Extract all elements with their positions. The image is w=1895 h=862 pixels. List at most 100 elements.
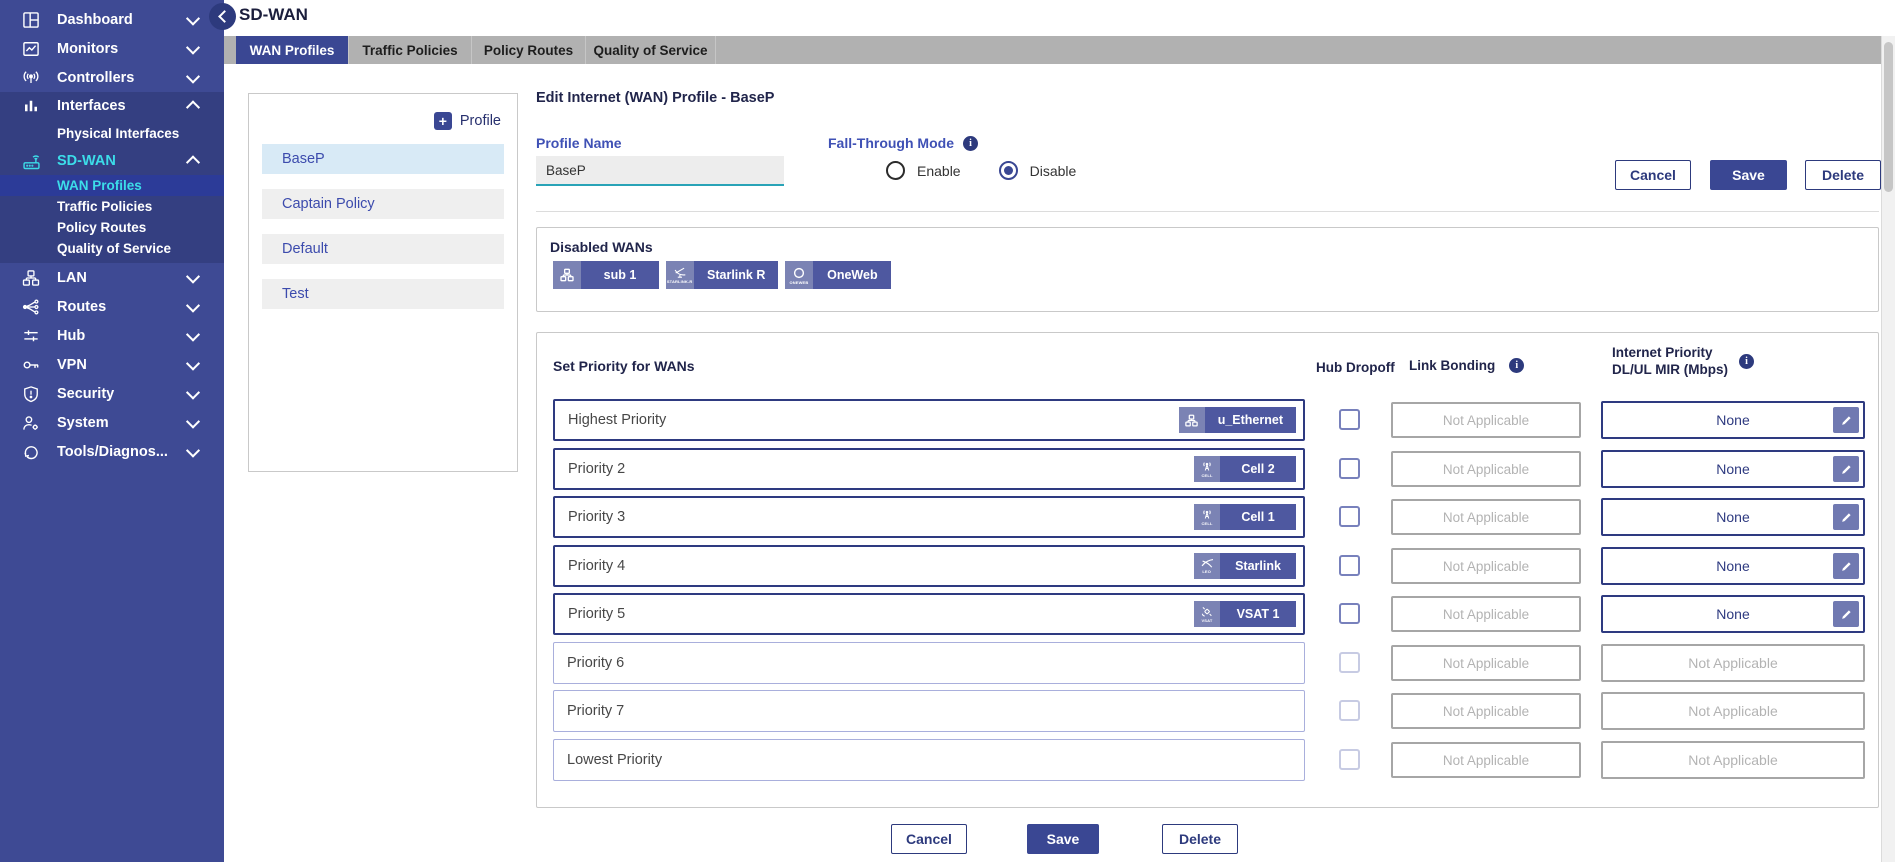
sidebar-interfaces-section: Interfaces Physical Interfaces SD-WAN WA… bbox=[0, 92, 224, 263]
sidebar-item-sd-wan[interactable]: SD-WAN bbox=[0, 147, 224, 175]
sidebar-item-label: Hub bbox=[57, 328, 85, 344]
wan-chip-label: Starlink R bbox=[694, 261, 778, 289]
sidebar-item-tools-diagnostics[interactable]: Tools/Diagnos... bbox=[0, 437, 224, 466]
tools-diagnostics-icon bbox=[20, 441, 42, 463]
sidebar-item-label: Monitors bbox=[57, 41, 118, 57]
hub-dropoff-checkbox[interactable] bbox=[1339, 555, 1360, 576]
sidebar-item-lan[interactable]: LAN bbox=[0, 263, 224, 292]
internet-priority-field: None bbox=[1601, 498, 1865, 536]
radio-enable[interactable]: Enable bbox=[886, 161, 961, 180]
sidebar-item-monitors[interactable]: Monitors bbox=[0, 34, 224, 63]
link-bonding-field: Not Applicable bbox=[1391, 742, 1581, 778]
fall-through-mode-label: Fall-Through Mode i bbox=[828, 135, 978, 151]
tab-policy-routes[interactable]: Policy Routes bbox=[471, 36, 585, 64]
save-button-top[interactable]: Save bbox=[1710, 160, 1787, 190]
edit-pencil-button[interactable] bbox=[1833, 407, 1859, 433]
sidebar-item-quality-of-service[interactable]: Quality of Service bbox=[0, 238, 224, 259]
edit-pencil-button[interactable] bbox=[1833, 504, 1859, 530]
wan-chip-starlink[interactable]: LEO Starlink bbox=[1194, 553, 1296, 579]
hub-dropoff-checkbox[interactable] bbox=[1339, 603, 1360, 624]
sd-wan-page: Dashboard Monitors Controllers Interface… bbox=[0, 0, 1895, 862]
tab-quality-of-service[interactable]: Quality of Service bbox=[585, 36, 716, 64]
hub-dropoff-checkbox[interactable] bbox=[1339, 409, 1360, 430]
tab-traffic-policies[interactable]: Traffic Policies bbox=[348, 36, 471, 64]
wan-chip-u-ethernet[interactable]: u_Ethernet bbox=[1179, 407, 1296, 433]
wan-chip-cell-1[interactable]: CELL Cell 1 bbox=[1194, 504, 1296, 530]
sidebar-item-dashboard[interactable]: Dashboard bbox=[0, 5, 224, 34]
wan-chip-starlink-r[interactable]: STARLINK-R Starlink R bbox=[666, 261, 778, 289]
edit-pencil-button[interactable] bbox=[1833, 456, 1859, 482]
sidebar-item-vpn[interactable]: VPN bbox=[0, 350, 224, 379]
radio-circle bbox=[886, 161, 905, 180]
edit-pencil-button[interactable] bbox=[1833, 553, 1859, 579]
profile-name-input[interactable] bbox=[536, 156, 784, 186]
priority-slot[interactable]: Priority 6 bbox=[553, 642, 1305, 684]
profile-item-basep[interactable]: BaseP bbox=[262, 144, 504, 174]
hub-dropoff-checkbox[interactable] bbox=[1339, 506, 1360, 527]
sidebar-item-interfaces[interactable]: Interfaces bbox=[0, 92, 224, 120]
chevron-down-icon bbox=[186, 298, 200, 312]
chevron-down-icon bbox=[186, 11, 200, 25]
radio-disable[interactable]: Disable bbox=[999, 161, 1077, 180]
sidebar-item-label: VPN bbox=[57, 357, 87, 373]
sidebar-item-routes[interactable]: Routes bbox=[0, 292, 224, 321]
sidebar-item-label: Physical Interfaces bbox=[57, 126, 179, 141]
profile-item-captain-policy[interactable]: Captain Policy bbox=[262, 189, 504, 219]
priority-slot[interactable]: Priority 5 VSAT VSAT 1 bbox=[553, 593, 1305, 635]
profile-item-default[interactable]: Default bbox=[262, 234, 504, 264]
save-button-bottom[interactable]: Save bbox=[1027, 824, 1099, 854]
info-icon[interactable]: i bbox=[963, 136, 978, 151]
link-bonding-field: Not Applicable bbox=[1391, 499, 1581, 535]
lan-nodes-icon bbox=[1179, 407, 1205, 433]
sidebar-item-label: Controllers bbox=[57, 70, 134, 86]
link-bonding-field: Not Applicable bbox=[1391, 645, 1581, 681]
sidebar-item-hub[interactable]: Hub bbox=[0, 321, 224, 350]
vertical-scrollbar[interactable] bbox=[1881, 36, 1895, 862]
chevron-left-icon bbox=[218, 10, 231, 23]
info-icon[interactable]: i bbox=[1739, 354, 1754, 369]
add-profile-button[interactable]: + Profile bbox=[434, 112, 501, 130]
sidebar-item-system[interactable]: System bbox=[0, 408, 224, 437]
wan-chip-cell-2[interactable]: CELL Cell 2 bbox=[1194, 456, 1296, 482]
sidebar-item-label: Dashboard bbox=[57, 12, 133, 28]
sidebar-collapse-button[interactable] bbox=[209, 3, 236, 30]
priority-slot[interactable]: Lowest Priority bbox=[553, 739, 1305, 781]
info-icon[interactable]: i bbox=[1509, 358, 1524, 373]
sidebar-item-traffic-policies[interactable]: Traffic Policies bbox=[0, 196, 224, 217]
sidebar-item-controllers[interactable]: Controllers bbox=[0, 63, 224, 92]
wan-chip-vsat-1[interactable]: VSAT VSAT 1 bbox=[1194, 601, 1296, 627]
chevron-up-icon bbox=[186, 100, 200, 114]
sidebar-item-security[interactable]: Security bbox=[0, 379, 224, 408]
satellite-icon: VSAT bbox=[1194, 601, 1220, 627]
wan-chip-oneweb[interactable]: ONEWEB OneWeb bbox=[785, 261, 891, 289]
priority-slot[interactable]: Priority 2 CELL Cell 2 bbox=[553, 448, 1305, 490]
internet-priority-field: Not Applicable bbox=[1601, 644, 1865, 682]
disabled-wans-title: Disabled WANs bbox=[550, 239, 653, 255]
delete-button-bottom[interactable]: Delete bbox=[1162, 824, 1238, 854]
tab-bar: WAN Profiles Traffic Policies Policy Rou… bbox=[224, 36, 1881, 64]
satellite-streak-icon: LEO bbox=[1194, 553, 1220, 579]
profile-item-test[interactable]: Test bbox=[262, 279, 504, 309]
priority-slot[interactable]: Highest Priority u_Ethernet bbox=[553, 399, 1305, 441]
delete-button-top[interactable]: Delete bbox=[1805, 160, 1881, 190]
sidebar-item-policy-routes[interactable]: Policy Routes bbox=[0, 217, 224, 238]
wan-chip-label: sub 1 bbox=[581, 261, 659, 289]
sidebar-item-wan-profiles[interactable]: WAN Profiles bbox=[0, 175, 224, 196]
hub-dropoff-checkbox[interactable] bbox=[1339, 458, 1360, 479]
cancel-button-top[interactable]: Cancel bbox=[1615, 160, 1691, 190]
priority-slot[interactable]: Priority 3 CELL Cell 1 bbox=[553, 496, 1305, 538]
priority-slot[interactable]: Priority 7 bbox=[553, 690, 1305, 732]
sidebar-item-physical-interfaces[interactable]: Physical Interfaces bbox=[0, 120, 224, 147]
sidebar-item-label: Quality of Service bbox=[57, 241, 171, 256]
priority-row-4: Priority 4 LEO Starlink Not Applicable N… bbox=[537, 545, 1878, 587]
priority-row-lowest: Lowest Priority Not Applicable Not Appli… bbox=[537, 739, 1878, 781]
wan-chip-sub-1[interactable]: sub 1 bbox=[553, 261, 659, 289]
add-profile-label: Profile bbox=[460, 113, 501, 129]
scrollbar-thumb[interactable] bbox=[1884, 42, 1893, 192]
edit-pencil-button[interactable] bbox=[1833, 601, 1859, 627]
tab-wan-profiles[interactable]: WAN Profiles bbox=[236, 36, 348, 64]
internet-priority-field: None bbox=[1601, 450, 1865, 488]
editor-heading: Edit Internet (WAN) Profile - BaseP bbox=[536, 90, 774, 106]
cancel-button-bottom[interactable]: Cancel bbox=[891, 824, 967, 854]
priority-slot[interactable]: Priority 4 LEO Starlink bbox=[553, 545, 1305, 587]
